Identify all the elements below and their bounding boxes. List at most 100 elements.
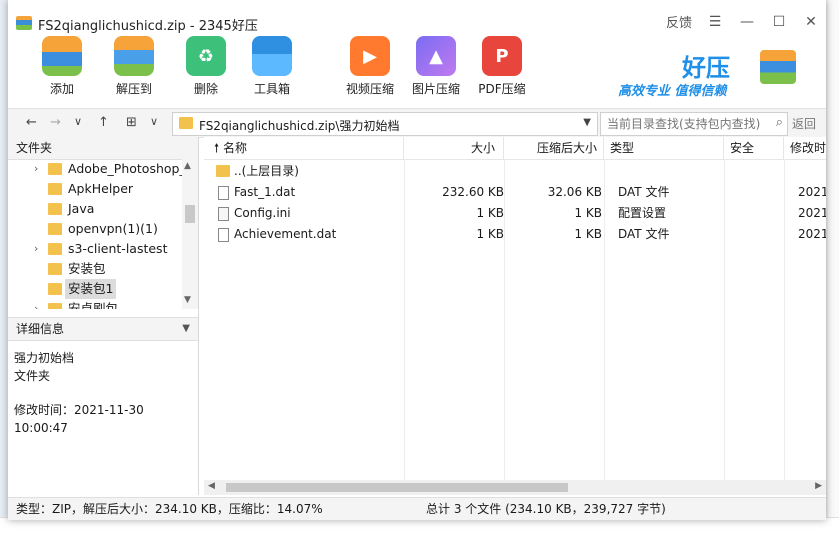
folder-icon	[48, 223, 62, 235]
toolbox-icon	[252, 36, 292, 76]
image-compress-button[interactable]: ▲ 图片压缩	[406, 36, 466, 97]
folder-icon	[48, 303, 62, 309]
path-text: FS2qianglichushicd.zip\强力初始档	[199, 119, 400, 133]
detail-type: 文件夹	[14, 369, 51, 383]
pdf-compress-label: PDF压缩	[478, 82, 526, 96]
tree-item[interactable]: ApkHelper	[8, 179, 182, 199]
file-row[interactable]: Fast_1.dat 232.60 KB 32.06 KB DAT 文件 202…	[204, 182, 826, 203]
add-button[interactable]: 添加	[32, 36, 92, 97]
file-row[interactable]: Config.ini 1 KB 1 KB 配置设置 2021-	[204, 203, 826, 224]
details-header[interactable]: 详细信息 ▼	[8, 317, 198, 341]
image-compress-label: 图片压缩	[411, 82, 460, 96]
back-arrow-icon[interactable]: ←	[26, 115, 37, 130]
status-bar: 类型：ZIP，解压后大小：234.10 KB，压缩比：14.07% 总计 3 个…	[8, 497, 826, 520]
chevron-right-icon[interactable]: ›	[34, 239, 38, 259]
tree-item[interactable]: openvpn(1)(1)	[8, 219, 182, 239]
search-icon[interactable]: ⌕	[776, 115, 783, 130]
chevron-down-icon[interactable]: ▼	[182, 318, 190, 340]
desktop-background-right	[828, 0, 839, 537]
feedback-link[interactable]: 反馈	[666, 12, 692, 31]
brand-name: 好压	[682, 54, 730, 82]
delete-label: 删除	[193, 82, 218, 96]
chevron-right-icon[interactable]: ›	[34, 299, 38, 309]
folder-icon	[48, 203, 62, 215]
column-type[interactable]: 类型	[604, 137, 724, 159]
delete-button[interactable]: ♻ 删除	[176, 36, 236, 97]
file-row-parent[interactable]: ..(上层目录)	[204, 161, 826, 182]
scrollbar-thumb[interactable]	[185, 205, 195, 223]
toolbox-label: 工具箱	[253, 82, 290, 96]
file-list-scrollbar[interactable]: ◀ ▶	[204, 480, 826, 495]
add-label: 添加	[49, 82, 74, 96]
app-logo-icon	[16, 16, 32, 30]
history-dropdown-icon[interactable]: ∨	[74, 115, 82, 128]
file-row[interactable]: Achievement.dat 1 KB 1 KB DAT 文件 2021-	[204, 224, 826, 245]
file-total: 总计 3 个文件 (234.10 KB，239,727 字节)	[426, 502, 666, 516]
video-compress-button[interactable]: ▶ 视频压缩	[340, 36, 400, 97]
up-arrow-icon[interactable]: ↑	[98, 115, 109, 130]
chevron-right-icon[interactable]: ›	[34, 159, 38, 179]
path-dropdown-icon[interactable]: ▼	[583, 117, 591, 128]
archive-info: 类型：ZIP，解压后大小：234.10 KB，压缩比：14.07%	[16, 502, 323, 516]
video-compress-label: 视频压缩	[345, 82, 394, 96]
forward-arrow-icon[interactable]: →	[50, 115, 61, 130]
search-field[interactable]: ⌕	[600, 112, 788, 136]
folder-icon	[48, 283, 62, 295]
maximize-icon[interactable]: ☐	[770, 14, 788, 30]
tree-item[interactable]: 安装包	[8, 259, 182, 279]
tree-item[interactable]: Java	[8, 199, 182, 219]
desktop-background-bottom	[0, 517, 839, 538]
add-icon	[42, 36, 82, 76]
column-security[interactable]: 安全	[724, 137, 784, 159]
minimize-icon[interactable]: —	[738, 14, 756, 30]
file-icon	[218, 186, 229, 200]
column-packed-size[interactable]: 压缩后大小	[504, 137, 604, 159]
folder-icon	[48, 183, 62, 195]
column-size[interactable]: 大小	[404, 137, 504, 159]
close-icon[interactable]: ✕	[802, 14, 820, 30]
menu-icon[interactable]: ☰	[706, 14, 724, 30]
column-name[interactable]: 🠕 名称	[204, 137, 404, 159]
scroll-down-icon[interactable]: ▼	[184, 295, 191, 305]
folder-pane: 文件夹 › Adobe_Photoshop_ ApkHelper Java ope…	[8, 137, 199, 495]
tree-item[interactable]: › 安卓刷包	[8, 299, 182, 309]
file-icon	[218, 228, 229, 242]
brand-slogan: 高效专业 值得信赖	[618, 84, 727, 99]
window-title: FS2qianglichushicd.zip - 2345好压	[38, 19, 258, 34]
path-field[interactable]: FS2qianglichushicd.zip\强力初始档 ▼	[172, 112, 598, 136]
details-header-label: 详细信息	[16, 322, 65, 336]
folder-icon	[179, 117, 193, 129]
return-button[interactable]: 返回	[792, 115, 816, 132]
sort-up-icon: 🠕	[214, 141, 220, 155]
file-list: 🠕 名称 大小 压缩后大小 类型 安全 修改时 ..(上层目录) Fast_1.…	[204, 137, 826, 480]
tree-item-selected[interactable]: 安装包1	[8, 279, 182, 299]
detail-modified: 修改时间：2021-11-30 10:00:47	[14, 403, 144, 435]
delete-icon: ♻	[186, 36, 226, 76]
window-controls: 反馈 ☰ — ☐ ✕	[666, 12, 820, 32]
folder-icon	[48, 243, 62, 255]
details-body: 强力初始档 文件夹 修改时间：2021-11-30 10:00:47	[14, 349, 198, 437]
toolbox-button[interactable]: 工具箱	[242, 36, 302, 97]
extract-button[interactable]: 解压到	[104, 36, 164, 97]
toolbar: 添加 解压到 ♻ 删除 工具箱 ▶ 视频压缩 ▲ 图片压缩 P PDF压缩 好压	[8, 36, 826, 106]
folder-tree-scrollbar[interactable]: ▲ ▼	[182, 159, 198, 309]
pdf-compress-icon: P	[482, 36, 522, 76]
tree-item[interactable]: › s3-client-lastest	[8, 239, 182, 259]
view-dropdown-icon[interactable]: ∨	[150, 115, 158, 128]
scroll-left-icon[interactable]: ◀	[208, 481, 215, 491]
folder-icon	[48, 263, 62, 275]
scroll-right-icon[interactable]: ▶	[815, 481, 822, 491]
scroll-up-icon[interactable]: ▲	[184, 161, 191, 171]
file-list-header: 🠕 名称 大小 压缩后大小 类型 安全 修改时	[204, 137, 826, 160]
folder-tree: › Adobe_Photoshop_ ApkHelper Java openvpn…	[8, 159, 182, 309]
extract-label: 解压到	[115, 82, 152, 96]
view-mode-icon[interactable]: ⊞	[126, 115, 137, 130]
detail-name: 强力初始档	[14, 351, 75, 365]
search-input[interactable]	[605, 116, 769, 132]
column-modified[interactable]: 修改时	[784, 137, 826, 159]
folder-icon	[216, 165, 230, 177]
address-bar: ← → ∨ ↑ ⊞ ∨ FS2qianglichushicd.zip\强力初始档…	[8, 108, 826, 138]
pdf-compress-button[interactable]: P PDF压缩	[472, 36, 532, 97]
scrollbar-thumb[interactable]	[226, 483, 568, 492]
tree-item[interactable]: › Adobe_Photoshop_	[8, 159, 182, 179]
